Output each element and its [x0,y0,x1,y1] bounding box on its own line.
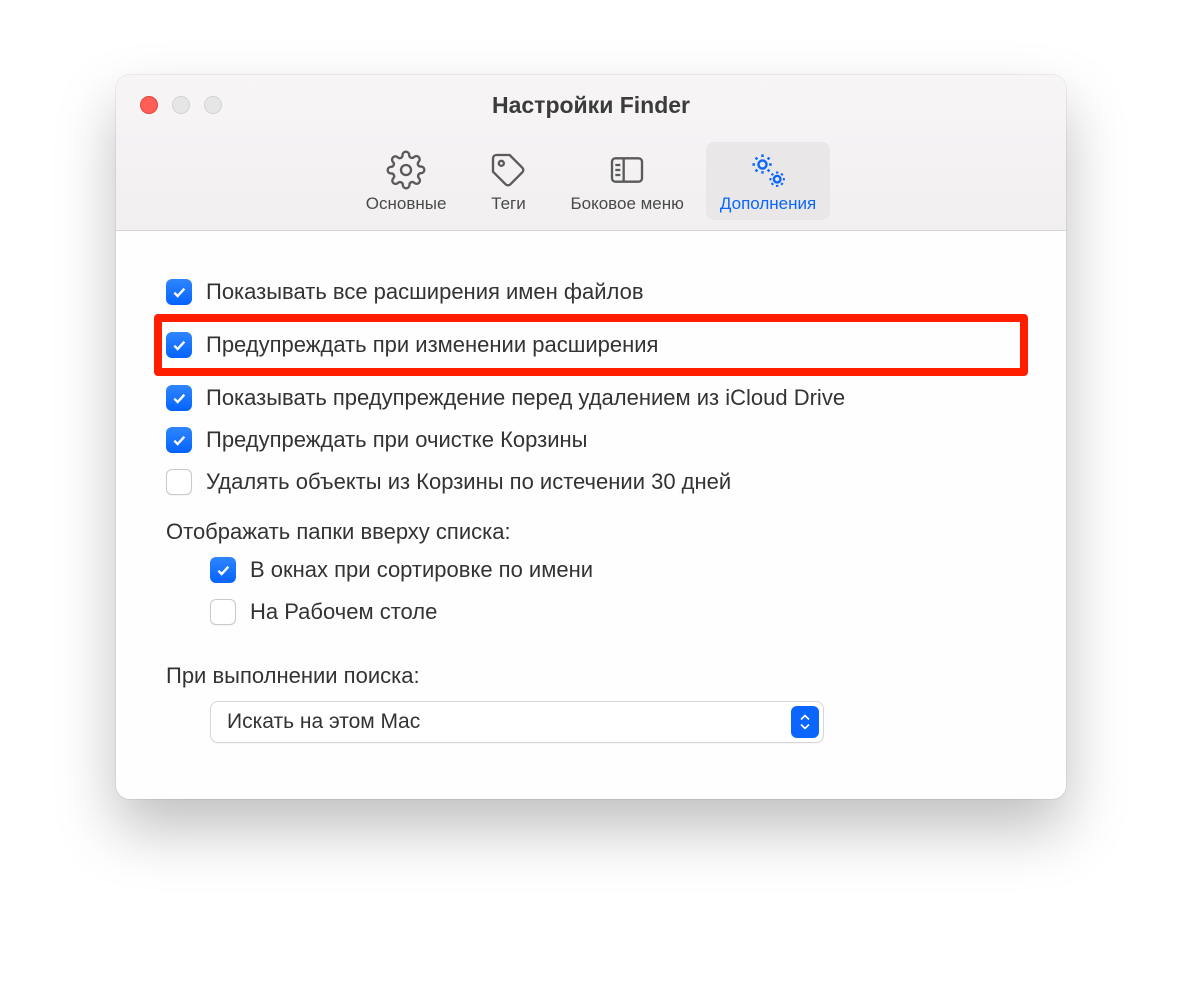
tab-sidebar[interactable]: Боковое меню [556,142,697,220]
select-arrows-icon [791,706,819,738]
checkbox-warn-icloud-remove[interactable] [166,385,192,411]
highlight-box: Предупреждать при изменении расширения [154,314,1028,376]
sidebar-icon [607,148,647,192]
checkbox-label: В окнах при сортировке по имени [250,557,593,583]
checkbox-label: Удалять объекты из Корзины по истечении … [206,469,731,495]
row-warn-empty-trash: Предупреждать при очистке Корзины [166,419,1016,461]
checkbox-label: Предупреждать при изменении расширения [206,332,658,358]
row-remove-30-days: Удалять объекты из Корзины по истечении … [166,461,1016,503]
search-scope-select[interactable]: Искать на этом Mac [210,701,824,743]
checkbox-label: Показывать предупреждение перед удаление… [206,385,845,411]
finder-preferences-window: Настройки Finder Основные [116,75,1066,799]
checkbox-show-extensions[interactable] [166,279,192,305]
tab-label: Боковое меню [570,194,683,214]
row-show-extensions: Показывать все расширения имен файлов [166,271,1016,313]
select-value: Искать на этом Mac [227,710,420,734]
gear-icon [386,148,426,192]
tab-label: Дополнения [720,194,816,214]
checkbox-remove-30-days[interactable] [166,469,192,495]
tag-icon [488,148,528,192]
checkbox-label: На Рабочем столе [250,599,437,625]
tab-general[interactable]: Основные [352,142,461,220]
checkbox-warn-empty-trash[interactable] [166,427,192,453]
checkbox-label: Показывать все расширения имен файлов [206,279,644,305]
row-warn-extension-change: Предупреждать при изменении расширения [166,324,1016,366]
row-warn-icloud-remove: Показывать предупреждение перед удаление… [166,377,1016,419]
gears-icon [746,148,790,192]
tab-advanced[interactable]: Дополнения [706,142,830,220]
checkbox-folders-in-windows[interactable] [210,557,236,583]
search-section-label: При выполнении поиска: [166,633,1016,701]
checkbox-label: Предупреждать при очистке Корзины [206,427,587,453]
checkbox-folders-on-desktop[interactable] [210,599,236,625]
row-folders-in-windows: В окнах при сортировке по имени [166,549,1016,591]
tab-label: Основные [366,194,447,214]
titlebar: Настройки Finder Основные [116,75,1066,231]
window-title: Настройки Finder [116,92,1066,119]
tab-tags[interactable]: Теги [468,142,548,220]
row-folders-on-desktop: На Рабочем столе [166,591,1016,633]
tab-label: Теги [491,194,526,214]
folders-section-label: Отображать папки вверху списка: [166,503,1016,549]
toolbar-tabs: Основные Теги [116,142,1066,220]
checkbox-warn-extension-change[interactable] [166,332,192,358]
content-panel: Показывать все расширения имен файлов Пр… [116,231,1066,799]
